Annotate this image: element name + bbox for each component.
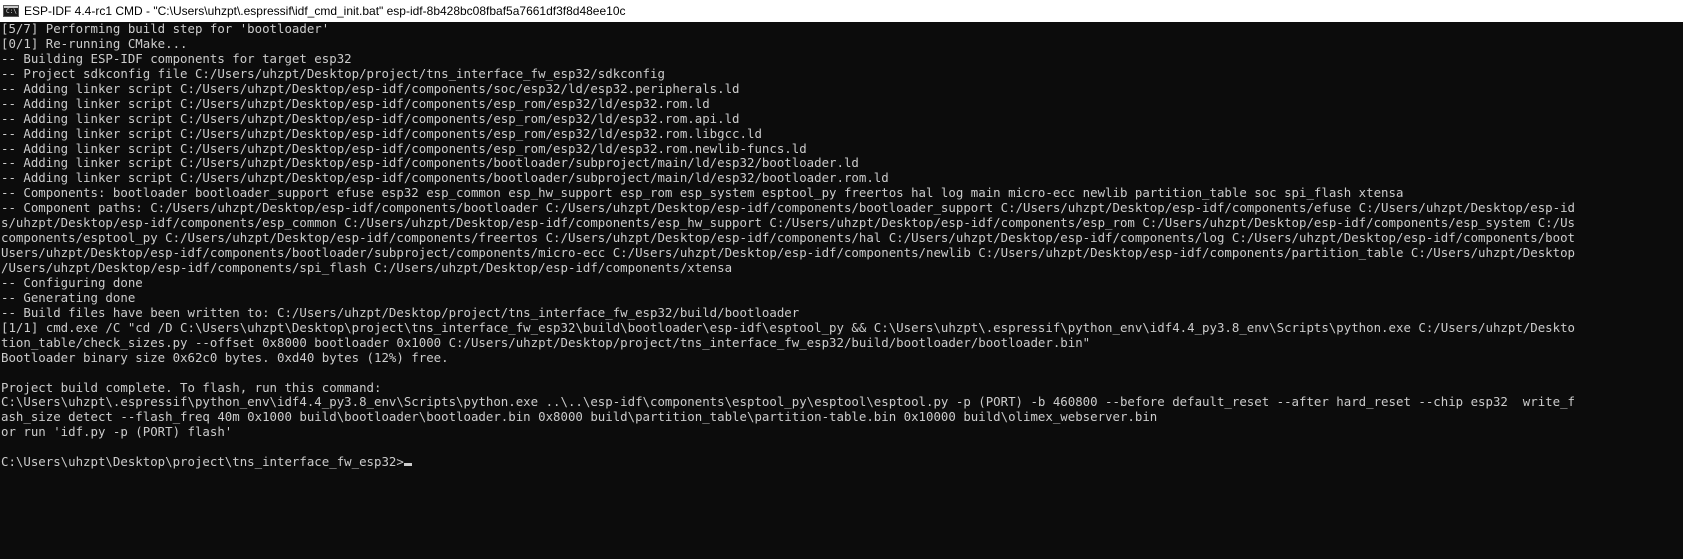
console-line: [1/1] cmd.exe /C "cd /D C:\Users\uhzpt\D… <box>1 319 1576 335</box>
console-line: or run 'idf.py -p (PORT) flash' <box>1 424 233 440</box>
console-line: Bootloader binary size 0x62c0 bytes. 0xd… <box>1 349 449 365</box>
title-bar[interactable]: C:\ ESP-IDF 4.4-rc1 CMD - "C:\Users\uhzp… <box>0 0 1683 22</box>
console-line: Users/uhzpt/Desktop/esp-idf/components/b… <box>1 245 1576 261</box>
console-line: -- Component paths: C:/Users/uhzpt/Deskt… <box>1 200 1576 216</box>
window-title: ESP-IDF 4.4-rc1 CMD - "C:\Users\uhzpt\.e… <box>24 4 626 18</box>
console-output: [5/7] Performing build step for 'bootloa… <box>0 22 1683 470</box>
console-line: -- Components: bootloader bootloader_sup… <box>1 185 1404 201</box>
console-line: -- Adding linker script C:/Users/uhzpt/D… <box>1 95 710 111</box>
console-line: C:\Users\uhzpt\.espressif\python_env\idf… <box>1 394 1576 410</box>
prompt-path: C:\Users\uhzpt\Desktop\project\tns_inter… <box>1 454 404 470</box>
console-line: -- Build files have been written to: C:/… <box>1 304 800 320</box>
command-prompt-line[interactable]: C:\Users\uhzpt\Desktop\project\tns_inter… <box>1 454 1683 470</box>
console-line: -- Adding linker script C:/Users/uhzpt/D… <box>1 140 807 156</box>
console-line: -- Adding linker script C:/Users/uhzpt/D… <box>1 155 859 171</box>
console-line: [0/1] Re-running CMake... <box>1 35 188 51</box>
console-line: /Users/uhzpt/Desktop/esp-idf/components/… <box>1 260 733 275</box>
console-line: ash_size detect --flash_freq 40m 0x1000 … <box>1 409 1158 425</box>
console-output-area[interactable]: [5/7] Performing build step for 'bootloa… <box>0 22 1683 559</box>
console-line: -- Adding linker script C:/Users/uhzpt/D… <box>1 125 762 141</box>
console-line: s/uhzpt/Desktop/esp-idf/components/esp_c… <box>1 215 1576 231</box>
console-line: -- Generating done <box>1 289 136 305</box>
console-line: -- Building ESP-IDF components for targe… <box>1 50 352 66</box>
console-line: -- Project sdkconfig file C:/Users/uhzpt… <box>1 65 665 81</box>
console-line: -- Adding linker script C:/Users/uhzpt/D… <box>1 170 889 186</box>
cmd-icon-glyph: C:\ <box>6 8 17 15</box>
console-line: Project build complete. To flash, run th… <box>1 379 382 395</box>
console-line: -- Adding linker script C:/Users/uhzpt/D… <box>1 80 740 96</box>
console-line: tion_table/check_sizes.py --offset 0x800… <box>1 334 1091 350</box>
cmd-console-icon[interactable]: C:\ <box>3 5 19 17</box>
console-line: -- Adding linker script C:/Users/uhzpt/D… <box>1 110 740 126</box>
console-window: C:\ ESP-IDF 4.4-rc1 CMD - "C:\Users\uhzp… <box>0 0 1683 559</box>
text-cursor <box>403 463 412 467</box>
console-line: -- Configuring done <box>1 274 143 290</box>
console-line: components/esptool_py C:/Users/uhzpt/Des… <box>1 230 1576 246</box>
console-line: [5/7] Performing build step for 'bootloa… <box>1 22 330 36</box>
